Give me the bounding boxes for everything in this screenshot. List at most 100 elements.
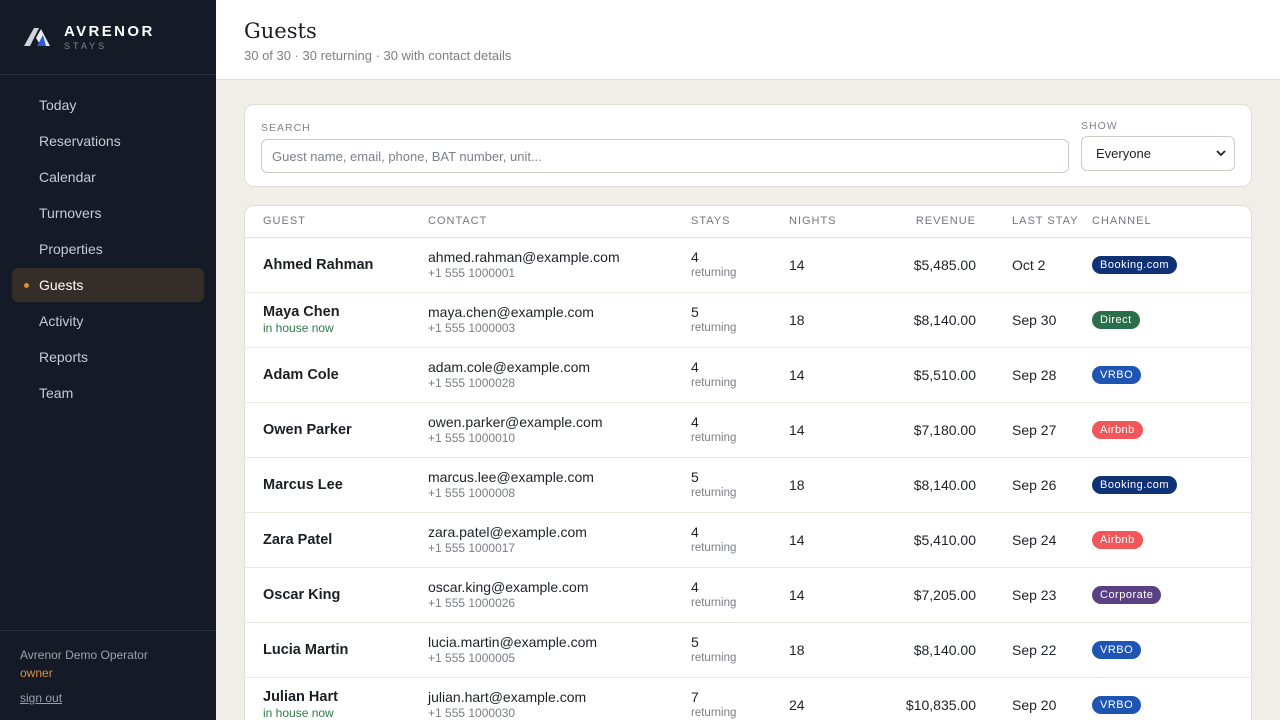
main-content: Guests 30 of 30 · 30 returning · 30 with… — [216, 0, 1280, 720]
guest-phone: +1 555 1000030 — [428, 706, 516, 720]
guest-email: zara.patel@example.com — [428, 524, 587, 540]
sign-out-link[interactable]: sign out — [20, 691, 62, 705]
guest-name[interactable]: Lucia Martin — [263, 641, 428, 659]
column-header-contact[interactable]: CONTACT — [428, 206, 691, 238]
stays-cell: 5 returning — [691, 457, 789, 513]
column-header-last-stay[interactable]: LAST STAY — [976, 206, 1092, 238]
revenue-cell: $5,510.00 — [861, 347, 976, 403]
contact-cell: adam.cole@example.com +1 555 1000028 — [428, 347, 691, 403]
column-header-stays[interactable]: STAYS — [691, 206, 789, 238]
stays-cell: 4 returning — [691, 567, 789, 623]
sidebar-item-turnovers[interactable]: Turnovers — [12, 196, 204, 230]
nights-cell: 14 — [789, 237, 861, 293]
table-row[interactable]: Lucia Martin lucia.martin@example.com +1 5… — [245, 622, 1251, 678]
column-header-channel[interactable]: CHANNEL — [1092, 206, 1251, 238]
stays-status: returning — [691, 597, 737, 609]
column-header-nights[interactable]: NIGHTS — [789, 206, 861, 238]
sidebar: AVRENOR STAYS Today Reservations Calenda… — [0, 0, 216, 720]
channel-cell: VRBO — [1092, 677, 1251, 720]
table-row[interactable]: Owen Parker owen.parker@example.com +1 555… — [245, 402, 1251, 458]
channel-cell: VRBO — [1092, 622, 1251, 678]
revenue-cell: $8,140.00 — [861, 292, 976, 348]
stays-status: returning — [691, 377, 737, 389]
search-input[interactable] — [261, 139, 1069, 173]
avrenor-logo-icon — [24, 27, 52, 47]
table-row[interactable]: Zara Patel zara.patel@example.com +1 555 1… — [245, 512, 1251, 568]
sidebar-item-calendar[interactable]: Calendar — [12, 160, 204, 194]
guest-email: oscar.king@example.com — [428, 579, 589, 595]
page-title: Guests — [244, 19, 317, 43]
contact-cell: julian.hart@example.com +1 555 1000030 — [428, 677, 691, 720]
table-row[interactable]: Oscar King oscar.king@example.com +1 555 1… — [245, 567, 1251, 623]
table-row[interactable]: Adam Cole adam.cole@example.com +1 555 100… — [245, 347, 1251, 403]
stays-cell: 7 returning — [691, 677, 789, 720]
guest-phone: +1 555 1000005 — [428, 651, 516, 665]
table-row[interactable]: Ahmed Rahman ahmed.rahman@example.com +1 5… — [245, 237, 1251, 293]
guest-name[interactable]: Owen Parker — [263, 421, 428, 439]
guest-phone: +1 555 1000008 — [428, 486, 516, 500]
contact-cell: marcus.lee@example.com +1 555 1000008 — [428, 457, 691, 513]
revenue-cell: $7,180.00 — [861, 402, 976, 458]
stays-count: 5 — [691, 469, 699, 485]
revenue-cell: $5,485.00 — [861, 237, 976, 293]
guest-name[interactable]: Oscar King — [263, 586, 428, 604]
sidebar-item-team[interactable]: Team — [12, 376, 204, 410]
guest-name[interactable]: Zara Patel — [263, 531, 428, 549]
channel-badge: Booking.com — [1092, 256, 1178, 274]
contact-cell: maya.chen@example.com +1 555 1000003 — [428, 292, 691, 348]
stays-count: 4 — [691, 524, 699, 540]
column-header-guest[interactable]: GUEST — [245, 206, 428, 238]
nights-cell: 14 — [789, 347, 861, 403]
sidebar-item-properties[interactable]: Properties — [12, 232, 204, 266]
last-stay-cell: Oct 2 — [976, 237, 1092, 293]
table-row[interactable]: Julian Hart in house now julian.hart@examp… — [245, 677, 1251, 720]
guest-name[interactable]: Marcus Lee — [263, 476, 428, 494]
brand-subtitle: STAYS — [64, 40, 108, 51]
nights-cell: 14 — [789, 567, 861, 623]
sidebar-item-activity[interactable]: Activity — [12, 304, 204, 338]
guest-name[interactable]: Julian Hart — [263, 688, 428, 706]
guests-table-card: GUEST CONTACT STAYS NIGHTS REVENUE LAST … — [244, 205, 1252, 720]
show-select[interactable]: Everyone — [1081, 136, 1235, 171]
guest-cell: Lucia Martin — [245, 622, 428, 678]
guest-name[interactable]: Adam Cole — [263, 366, 428, 384]
guest-name[interactable]: Maya Chen — [263, 303, 428, 321]
guest-phone: +1 555 1000028 — [428, 376, 516, 390]
channel-cell: Corporate — [1092, 567, 1251, 623]
last-stay-cell: Sep 28 — [976, 347, 1092, 403]
channel-badge: VRBO — [1092, 366, 1142, 384]
revenue-cell: $8,140.00 — [861, 457, 976, 513]
brand[interactable]: AVRENOR STAYS — [0, 0, 216, 75]
channel-cell: Direct — [1092, 292, 1251, 348]
stays-count: 4 — [691, 579, 699, 595]
channel-badge: Airbnb — [1092, 421, 1143, 439]
sidebar-item-reports[interactable]: Reports — [12, 340, 204, 374]
channel-cell: VRBO — [1092, 347, 1251, 403]
nights-cell: 14 — [789, 402, 861, 458]
channel-badge: Airbnb — [1092, 531, 1143, 549]
guest-email: maya.chen@example.com — [428, 304, 594, 320]
revenue-cell: $10,835.00 — [861, 677, 976, 720]
sidebar-item-reservations[interactable]: Reservations — [12, 124, 204, 158]
guest-email: owen.parker@example.com — [428, 414, 603, 430]
stays-count: 7 — [691, 689, 699, 705]
guest-name[interactable]: Ahmed Rahman — [263, 256, 428, 274]
nights-cell: 18 — [789, 292, 861, 348]
table-row[interactable]: Maya Chen in house now maya.chen@example.c… — [245, 292, 1251, 348]
channel-badge: Corporate — [1092, 586, 1162, 604]
last-stay-cell: Sep 24 — [976, 512, 1092, 568]
column-header-revenue[interactable]: REVENUE — [861, 206, 976, 238]
guest-email: adam.cole@example.com — [428, 359, 591, 375]
sidebar-item-guests[interactable]: Guests — [12, 268, 204, 302]
contact-cell: lucia.martin@example.com +1 555 1000005 — [428, 622, 691, 678]
guest-phone: +1 555 1000003 — [428, 321, 516, 335]
last-stay-cell: Sep 22 — [976, 622, 1092, 678]
guest-cell: Ahmed Rahman — [245, 237, 428, 293]
sidebar-item-today[interactable]: Today — [12, 88, 204, 122]
guest-phone: +1 555 1000001 — [428, 266, 516, 280]
table-row[interactable]: Marcus Lee marcus.lee@example.com +1 555 1… — [245, 457, 1251, 513]
guest-cell: Owen Parker — [245, 402, 428, 458]
contact-cell: ahmed.rahman@example.com +1 555 1000001 — [428, 237, 691, 293]
operator-name: Avrenor Demo Operator — [20, 648, 148, 662]
stays-count: 5 — [691, 634, 699, 650]
